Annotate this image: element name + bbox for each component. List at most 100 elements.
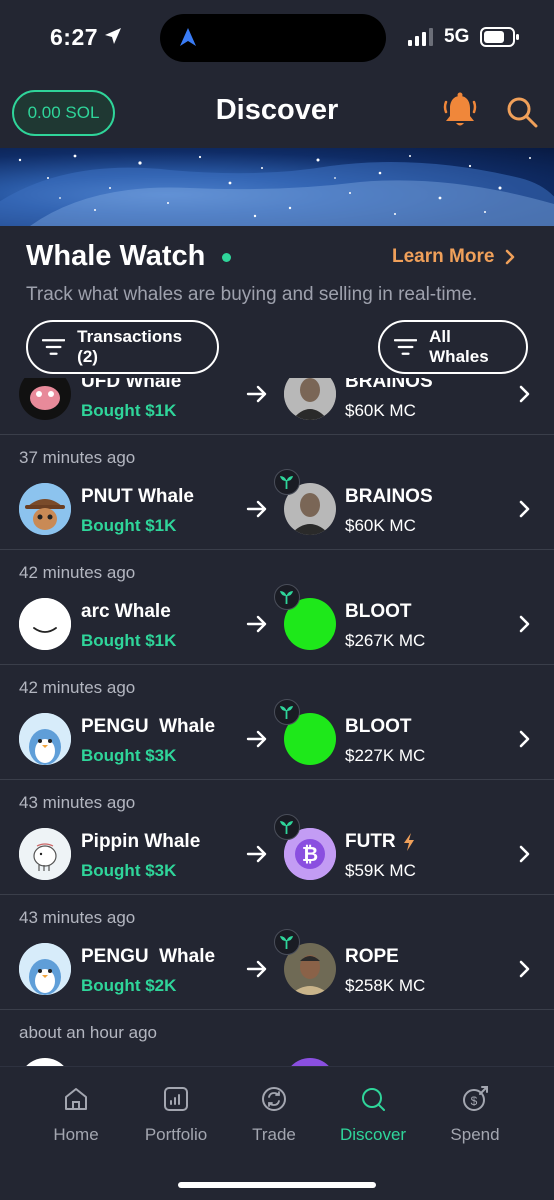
filter-icon xyxy=(394,339,418,355)
transaction-row[interactable]: 43 minutes ago Pippin Whale Bought $3K ₿… xyxy=(0,781,554,895)
location-arrow-icon xyxy=(105,28,121,44)
token-avatar xyxy=(284,378,336,420)
whale-banner-image xyxy=(0,154,554,226)
transaction-row[interactable]: 43 minutes ago PENGU Whale Bought $2K RO… xyxy=(0,896,554,1010)
whale-name: PENGU Whale xyxy=(81,716,216,737)
whale-avatar xyxy=(19,713,71,765)
transaction-row[interactable]: 42 minutes ago arc Whale Bought $1K BLOO… xyxy=(0,551,554,665)
transaction-row[interactable]: UFD Whale Bought $1K BRAINOS $60K MC xyxy=(0,378,554,435)
sprout-badge-icon xyxy=(274,469,300,495)
tab-label: Trade xyxy=(252,1125,296,1144)
token-symbol: BLOOT xyxy=(345,716,412,737)
transaction-row[interactable]: about an hour ago xyxy=(0,1011,554,1066)
transaction-time: 43 minutes ago xyxy=(19,793,136,812)
chevron-right-icon[interactable] xyxy=(518,845,530,863)
chevron-right-icon xyxy=(506,249,515,265)
whale-watch-banner[interactable] xyxy=(0,148,554,226)
arrow-right-icon xyxy=(246,730,267,748)
home-icon xyxy=(65,1088,87,1110)
token-symbol: BLOOT xyxy=(345,601,412,622)
network-type: 5G xyxy=(444,26,470,47)
whale-avatar xyxy=(19,378,71,420)
app-header: 0.00 SOL Discover xyxy=(0,76,554,148)
whale-name: PENGU Whale xyxy=(81,946,216,967)
section-subtitle: Track what whales are buying and selling… xyxy=(26,284,478,305)
transaction-time: 42 minutes ago xyxy=(19,563,136,582)
token-avatar-wrap xyxy=(274,469,336,535)
sprout-badge-icon xyxy=(274,699,300,725)
transactions-filter-label: Transactions (2) xyxy=(77,327,183,366)
filter-icon xyxy=(42,339,66,355)
navigation-arrow-icon xyxy=(180,28,196,46)
token-symbol: ROPE xyxy=(345,946,399,967)
cellular-signal-icon xyxy=(408,28,433,46)
tab-spend[interactable]: $ Spend xyxy=(425,1085,525,1145)
token-symbol: BRAINOS xyxy=(345,486,433,507)
market-cap: $60K MC xyxy=(345,516,416,535)
transactions-filter-button[interactable]: Transactions (2) xyxy=(26,320,219,374)
bottom-tab-bar: Home Portfolio Trade Discover $ Spend xyxy=(0,1066,554,1200)
search-icon[interactable] xyxy=(506,96,538,128)
trade-amount: Bought $1K xyxy=(81,516,177,535)
bell-icon[interactable] xyxy=(442,92,478,130)
token-name-wrap: BRAINOS xyxy=(345,378,433,393)
token-avatar xyxy=(284,1058,336,1066)
tab-discover[interactable]: Discover xyxy=(323,1085,423,1145)
sprout-badge-icon xyxy=(274,814,300,840)
token-avatar-wrap xyxy=(284,1058,336,1066)
live-indicator-dot xyxy=(222,253,231,262)
token-name-wrap: FUTR xyxy=(345,831,416,853)
transaction-time: 43 minutes ago xyxy=(19,908,136,927)
trade-amount: Bought $1K xyxy=(81,631,177,650)
sprout-badge-icon xyxy=(274,584,300,610)
arrow-right-icon xyxy=(246,845,267,863)
whale-name: UFD Whale xyxy=(81,378,182,392)
market-cap: $258K MC xyxy=(345,976,426,995)
chevron-right-icon[interactable] xyxy=(518,960,530,978)
token-name-wrap: BLOOT xyxy=(345,601,412,623)
arrow-right-icon xyxy=(246,960,267,978)
lightning-bolt-icon xyxy=(403,833,414,851)
whales-filter-button[interactable]: All Whales xyxy=(378,320,528,374)
wallet-balance-button[interactable]: 0.00 SOL xyxy=(12,90,115,136)
chevron-right-icon[interactable] xyxy=(518,385,530,403)
tab-trade[interactable]: Trade xyxy=(224,1085,324,1145)
tab-label: Discover xyxy=(339,1125,407,1144)
learn-more-label: Learn More xyxy=(392,246,495,267)
status-bar: 6:27 5G xyxy=(0,0,554,76)
transaction-list[interactable]: UFD Whale Bought $1K BRAINOS $60K MC 37 … xyxy=(0,378,554,1066)
trade-amount: Bought $1K xyxy=(81,401,177,420)
svg-text:$: $ xyxy=(471,1094,478,1108)
token-avatar-wrap xyxy=(274,699,336,765)
chevron-right-icon[interactable] xyxy=(518,615,530,633)
transaction-row[interactable]: 42 minutes ago PENGU Whale Bought $3K BL… xyxy=(0,666,554,780)
tab-home[interactable]: Home xyxy=(26,1085,126,1145)
trade-amount: Bought $3K xyxy=(81,861,177,880)
market-cap: $227K MC xyxy=(345,746,426,765)
whale-avatar xyxy=(19,828,71,880)
transaction-time: 42 minutes ago xyxy=(19,678,136,697)
battery-icon xyxy=(480,27,519,47)
token-name-wrap: BRAINOS xyxy=(345,486,433,508)
market-cap: $60K MC xyxy=(345,401,416,420)
token-name-wrap: ROPE xyxy=(345,946,399,968)
whale-avatar xyxy=(19,483,71,535)
whale-name: PNUT Whale xyxy=(81,486,194,507)
sprout-badge-icon xyxy=(274,929,300,955)
tab-portfolio[interactable]: Portfolio xyxy=(126,1085,226,1145)
home-indicator[interactable] xyxy=(178,1182,376,1188)
transaction-row[interactable]: 37 minutes ago PNUT Whale Bought $1K BRA… xyxy=(0,436,554,550)
discover-icon xyxy=(362,1088,385,1111)
transaction-time: 37 minutes ago xyxy=(19,448,136,467)
market-cap: $267K MC xyxy=(345,631,426,650)
spend-icon: $ xyxy=(463,1086,488,1111)
whale-avatar xyxy=(19,1058,71,1066)
chevron-right-icon[interactable] xyxy=(518,500,530,518)
chevron-right-icon[interactable] xyxy=(518,730,530,748)
tab-label: Portfolio xyxy=(144,1125,208,1144)
learn-more-link[interactable]: Learn More xyxy=(392,246,516,268)
dynamic-island xyxy=(160,14,386,62)
portfolio-icon xyxy=(164,1087,188,1111)
token-avatar-wrap xyxy=(274,584,336,650)
arrow-right-icon xyxy=(246,615,267,633)
